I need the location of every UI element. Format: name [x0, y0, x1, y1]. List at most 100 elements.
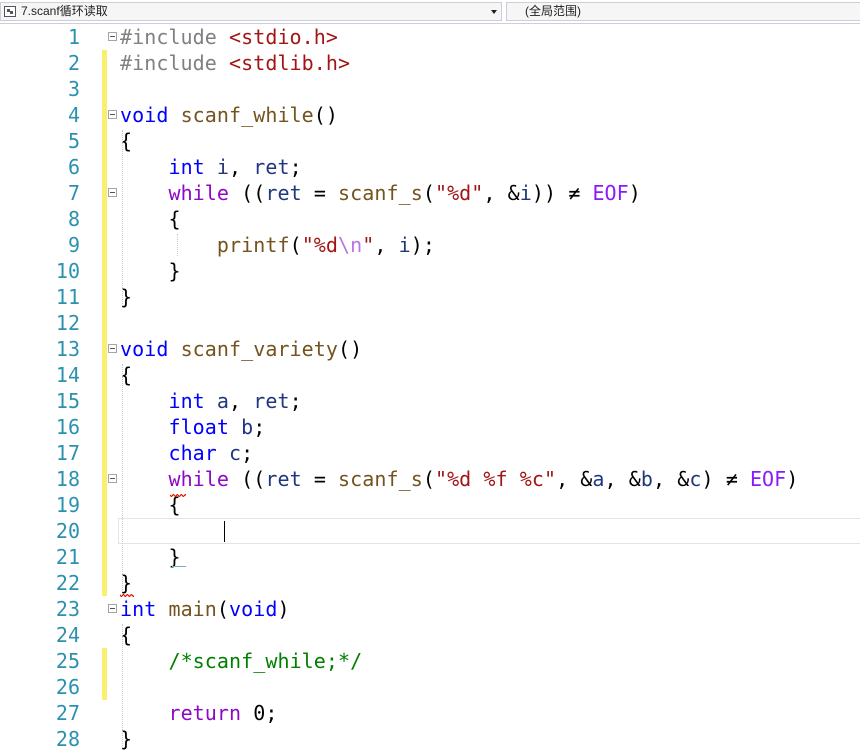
code-token: "%d	[301, 233, 339, 257]
chevron-down-icon[interactable]	[491, 10, 497, 14]
code-line[interactable]: 27 return 0;	[0, 700, 860, 726]
change-indicator	[102, 50, 107, 76]
code-token: int	[168, 155, 217, 179]
code-line[interactable]: 4 void scanf_while()	[0, 102, 860, 128]
change-indicator	[102, 544, 107, 570]
change-indicator	[102, 336, 107, 362]
code-token: \n	[338, 233, 363, 257]
code-token: b	[640, 467, 654, 491]
code-line[interactable]: 15 int a, ret;	[0, 388, 860, 414]
collapse-icon[interactable]	[108, 32, 117, 41]
line-number: 15	[55, 389, 80, 413]
line-number: 23	[55, 597, 80, 621]
navigation-bar: 7.scanf循环读取 (全局范围)	[0, 0, 860, 24]
file-dropdown[interactable]: 7.scanf循环读取	[0, 2, 502, 21]
code-token: i	[398, 233, 411, 257]
code-text: char c;	[120, 440, 253, 466]
line-number: 17	[55, 441, 80, 465]
line-number: 1	[67, 25, 80, 49]
line-number: 28	[55, 727, 80, 751]
indent-guide	[177, 234, 178, 256]
file-icon	[4, 6, 16, 17]
change-indicator	[102, 362, 107, 388]
code-token: (	[216, 597, 230, 621]
code-line[interactable]: 11}	[0, 284, 860, 310]
scope-dropdown[interactable]: (全局范围)	[506, 2, 860, 21]
code-text: {	[120, 206, 181, 232]
change-indicator	[102, 492, 107, 518]
code-line[interactable]: 23 int main(void)	[0, 596, 860, 622]
code-token: ()	[338, 337, 363, 361]
change-indicator	[102, 206, 107, 232]
code-token: main	[168, 597, 217, 621]
code-line[interactable]: 10 }	[0, 258, 860, 284]
code-token: ;	[253, 415, 266, 439]
code-token: , &	[653, 467, 690, 491]
line-number: 16	[55, 415, 80, 439]
code-token: )	[277, 597, 290, 621]
code-editor[interactable]: 1 #include <stdio.h> 2 #include <stdlib.h> 3…	[0, 24, 860, 751]
error-squiggle	[120, 594, 134, 597]
code-line[interactable]: 5{	[0, 128, 860, 154]
code-line[interactable]: 12	[0, 310, 860, 336]
code-line[interactable]: 20	[0, 518, 860, 544]
code-token: {	[120, 207, 181, 231]
line-number: 10	[55, 259, 80, 283]
line-number: 12	[55, 311, 80, 335]
code-token: ;	[289, 155, 302, 179]
code-line[interactable]: 9 printf("%d\n", i);	[0, 232, 860, 258]
change-indicator	[102, 674, 107, 700]
change-indicator	[102, 310, 107, 336]
collapse-icon[interactable]	[108, 110, 117, 119]
collapse-icon[interactable]	[108, 474, 117, 483]
code-line[interactable]: 13 void scanf_variety()	[0, 336, 860, 362]
code-line[interactable]: 19 {	[0, 492, 860, 518]
code-line[interactable]: 2 #include <stdlib.h>	[0, 50, 860, 76]
indent-guide	[122, 130, 123, 308]
code-line[interactable]: 22}	[0, 570, 860, 596]
collapse-icon[interactable]	[108, 344, 117, 353]
code-line[interactable]: 25 /*scanf_while;*/	[0, 648, 860, 674]
code-line[interactable]: 3	[0, 76, 860, 102]
code-line[interactable]: 16 float b;	[0, 414, 860, 440]
current-line-highlight	[118, 518, 860, 544]
file-dropdown-label: 7.scanf循环读取	[21, 4, 108, 18]
change-indicator	[102, 154, 107, 180]
line-number: 5	[67, 129, 80, 153]
line-number: 21	[55, 545, 80, 569]
code-line[interactable]: 17 char c;	[0, 440, 860, 466]
code-line[interactable]: 8 {	[0, 206, 860, 232]
collapse-icon[interactable]	[108, 604, 117, 613]
change-indicator	[102, 232, 107, 258]
code-token: #include	[120, 51, 229, 75]
code-line[interactable]: 26	[0, 674, 860, 700]
change-indicator	[102, 440, 107, 466]
collapse-icon[interactable]	[108, 188, 117, 197]
code-line[interactable]: 14{	[0, 362, 860, 388]
indent-guide	[122, 624, 123, 750]
code-line[interactable]: 21 }	[0, 544, 860, 570]
code-token: , &	[483, 181, 520, 205]
code-token: scanf_while	[180, 103, 314, 127]
code-line[interactable]: 24{	[0, 622, 860, 648]
code-line[interactable]: 18 while ((ret = scanf_s("%d %f %c", &a,…	[0, 466, 860, 492]
code-line[interactable]: 7 while ((ret = scanf_s("%d", &i)) ≠ EOF…	[0, 180, 860, 206]
code-token: scanf_s	[338, 181, 423, 205]
code-token: /*scanf_while;*/	[168, 649, 363, 673]
code-line[interactable]: 6 int i, ret;	[0, 154, 860, 180]
code-line[interactable]: 1 #include <stdio.h>	[0, 24, 860, 50]
code-token: )	[628, 181, 641, 205]
code-line[interactable]: 28}	[0, 726, 860, 752]
change-indicator	[102, 518, 107, 544]
code-token: "	[362, 233, 375, 257]
change-indicator	[102, 258, 107, 284]
scope-dropdown-label: (全局范围)	[525, 4, 581, 18]
line-number: 3	[67, 77, 80, 101]
code-text: printf("%d\n", i);	[120, 232, 435, 258]
code-token: =	[301, 467, 339, 491]
